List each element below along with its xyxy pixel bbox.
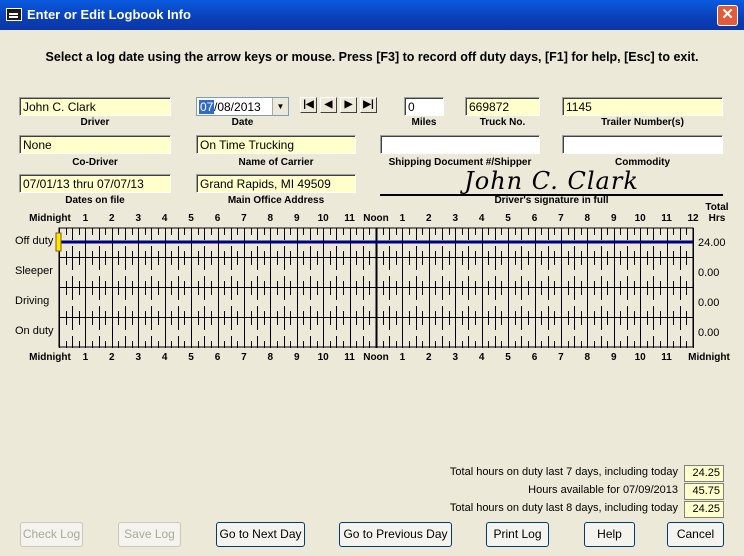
next-day-button[interactable]: Go to Next Day <box>216 522 305 547</box>
summary-label-available: Hours available for 07/09/2013 <box>528 484 678 496</box>
summary-label-8day: Total hours on duty last 8 days, includi… <box>449 502 678 514</box>
help-button[interactable]: Help <box>584 522 635 547</box>
print-log-button[interactable]: Print Log <box>486 522 549 547</box>
summary-label-7day: Total hours on duty last 7 days, includi… <box>449 466 678 478</box>
check-log-button[interactable]: Check Log <box>20 522 83 547</box>
save-log-button[interactable]: Save Log <box>118 522 181 547</box>
cancel-button[interactable]: Cancel <box>667 522 724 547</box>
summary-value-7day: 24.25 <box>684 465 724 482</box>
summary-value-8day: 24.25 <box>684 501 724 518</box>
summary-value-available: 45.75 <box>684 483 724 500</box>
time-cursor-handle[interactable] <box>55 232 62 252</box>
previous-day-button[interactable]: Go to Previous Day <box>339 522 452 547</box>
